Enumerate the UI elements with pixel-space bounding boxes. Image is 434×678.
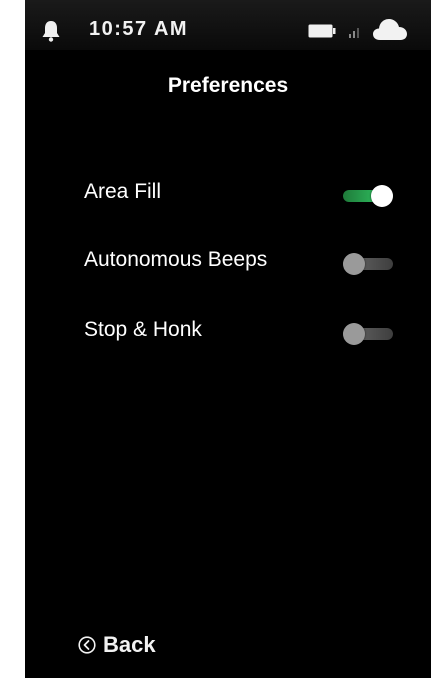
toggle-knob xyxy=(343,323,365,345)
toggle-knob xyxy=(343,253,365,275)
autonomous-beeps-toggle[interactable] xyxy=(343,252,395,276)
status-bar: 10:57 AM xyxy=(25,0,431,50)
preference-label: Stop & Honk xyxy=(84,318,202,341)
back-button[interactable]: Back xyxy=(78,630,156,660)
preference-label: Autonomous Beeps xyxy=(84,248,268,271)
preference-label: Area Fill xyxy=(84,180,162,203)
status-time: 10:57 AM xyxy=(89,18,189,40)
cloud-icon xyxy=(373,19,407,40)
bell-icon xyxy=(42,21,60,42)
preference-row-stop-and-honk[interactable]: Stop & Honk xyxy=(25,312,431,352)
battery-icon xyxy=(308,24,336,38)
preference-row-area-fill[interactable]: Area Fill xyxy=(25,174,431,214)
stop-and-honk-toggle[interactable] xyxy=(343,322,395,346)
back-label: Back xyxy=(103,632,156,657)
area-fill-toggle[interactable] xyxy=(343,184,395,208)
signal-icon xyxy=(349,28,359,38)
toggle-knob xyxy=(371,185,393,207)
back-circle-icon xyxy=(78,636,96,654)
page-title: Preferences xyxy=(167,74,289,97)
preference-row-autonomous-beeps[interactable]: Autonomous Beeps xyxy=(25,242,431,282)
device-screen: 10:57 AM Preferences Area Fill Autonomou… xyxy=(25,0,431,678)
